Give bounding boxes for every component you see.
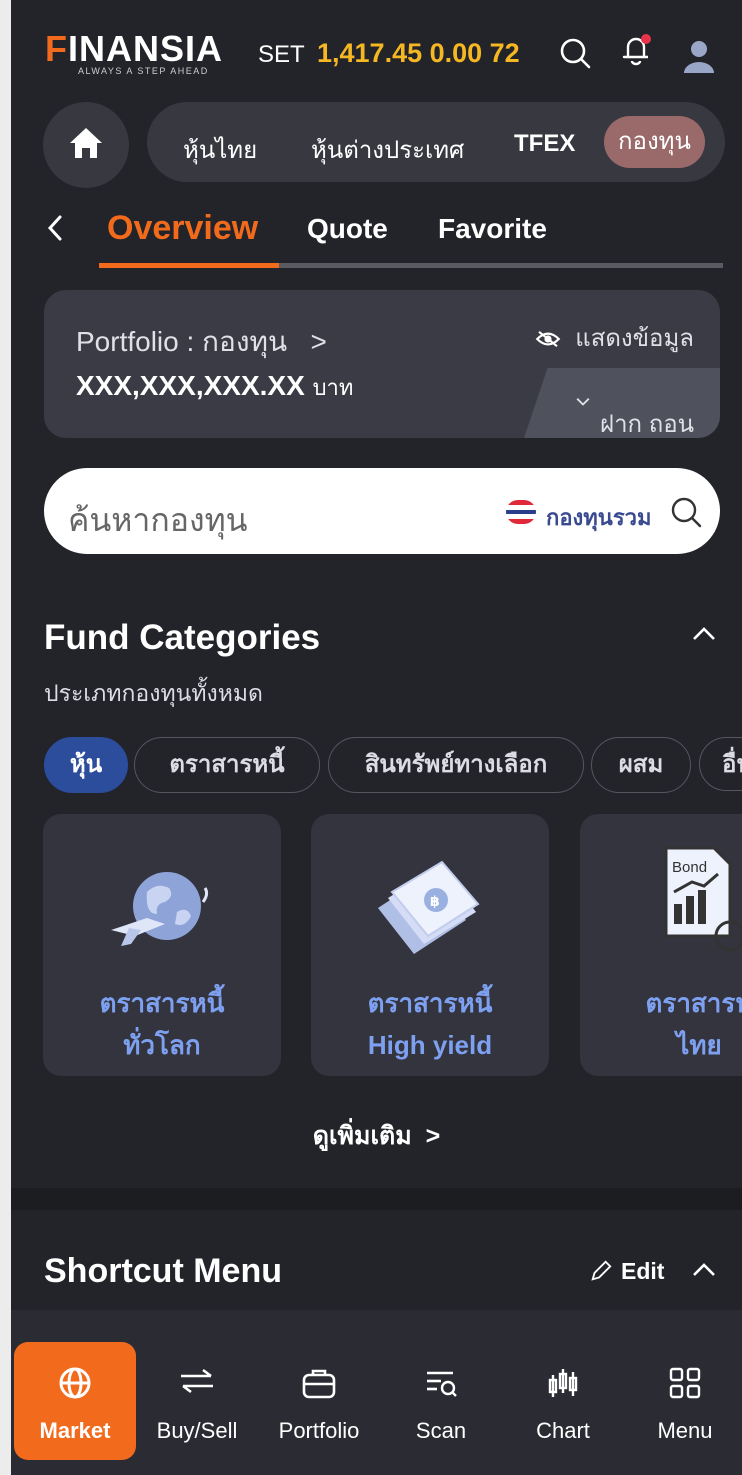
category-card-global-bonds[interactable]: ตราสารหนี้ ทั่วโลก: [43, 814, 281, 1076]
search-icon[interactable]: [559, 37, 591, 69]
nav-menu[interactable]: Menu: [624, 1342, 742, 1460]
scan-list-icon: [427, 1371, 457, 1397]
globe-icon: [111, 872, 209, 946]
see-more-label: ดูเพิ่มเติม: [312, 1122, 412, 1150]
fund-categories-title: Fund Categories: [44, 618, 321, 657]
section-divider: [11, 1188, 742, 1210]
nav-buy-sell[interactable]: Buy/Sell: [136, 1342, 258, 1460]
tab-quote[interactable]: Quote: [307, 213, 388, 245]
deposit-withdraw-label: ฝาก ถอน: [600, 411, 695, 438]
svg-text:฿: ฿: [430, 894, 440, 910]
tab-overview[interactable]: Overview: [107, 209, 258, 248]
home-icon: [70, 128, 102, 158]
portfolio-title-text: Portfolio : กองทุน: [76, 326, 288, 357]
nav-label: Chart: [536, 1418, 590, 1443]
currency-unit: บาท: [312, 375, 354, 400]
home-button[interactable]: [43, 102, 129, 188]
tab-favorite[interactable]: Favorite: [438, 213, 547, 245]
app-screen: FINANSIA ALWAYS A STEP AHEAD SET 1,417.4…: [11, 0, 742, 1475]
bottom-navigation: Market Buy/Sell Portfolio Scan Chart Men…: [11, 1310, 742, 1475]
shortcut-menu-title: Shortcut Menu: [44, 1252, 282, 1290]
nav-label: Market: [39, 1418, 111, 1443]
tab-foreign-stocks[interactable]: หุ้นต่างประเทศ: [311, 130, 464, 169]
tab-funds[interactable]: กองทุน: [604, 116, 705, 168]
market-tabs: หุ้นไทย หุ้นต่างประเทศ TFEX กองทุน: [11, 95, 742, 188]
show-data-toggle[interactable]: แสดงข้อมูล: [535, 318, 694, 357]
chip-others[interactable]: อื่น: [699, 737, 742, 791]
category-card-label: ตราสารหนี้ ทั่วโลก: [99, 988, 225, 1060]
nav-label: Scan: [415, 1418, 467, 1443]
logo-text: INANSIA: [68, 28, 224, 69]
sub-navigation: Overview Quote Favorite: [11, 205, 742, 270]
set-index-values[interactable]: 1,417.45 0.00 72: [317, 38, 520, 69]
chevron-right-icon: >: [425, 1122, 441, 1150]
grid-menu-icon: [669, 1367, 701, 1399]
fund-categories-subtitle: ประเภทกองทุนทั้งหมด: [44, 680, 263, 706]
nav-scan[interactable]: Scan: [380, 1342, 502, 1460]
notification-bell-icon[interactable]: [620, 33, 652, 67]
banknotes-icon: ฿: [378, 860, 480, 954]
logo-tagline: ALWAYS A STEP AHEAD: [78, 66, 209, 76]
user-avatar-icon[interactable]: [681, 37, 717, 75]
chip-stocks[interactable]: หุ้น: [44, 737, 128, 793]
category-card-thai-bonds[interactable]: Bond ตราสารห ไทย: [580, 814, 742, 1076]
nav-label: Buy/Sell: [156, 1418, 238, 1443]
portfolio-amount: XXX,XXX,XXX.XX: [76, 370, 305, 401]
chevron-down-icon: [576, 398, 590, 406]
set-index-label: SET: [258, 41, 305, 68]
chevron-right-icon: >: [310, 326, 327, 357]
category-card-label: ตราสารห ไทย: [645, 988, 742, 1060]
briefcase-icon: [302, 1369, 336, 1399]
globe-icon: [59, 1367, 91, 1399]
search-placeholder: ค้นหากองทุน: [68, 502, 248, 538]
swap-arrows-icon: [181, 1368, 213, 1394]
deposit-withdraw-dropdown[interactable]: ฝาก ถอน: [524, 368, 720, 438]
chip-alternative-assets[interactable]: สินทรัพย์ทางเลือก: [328, 737, 584, 793]
category-card-high-yield[interactable]: ฿ ตราสารหนี้ High yield: [311, 814, 549, 1076]
see-more-link[interactable]: ดูเพิ่มเติม >: [11, 1116, 742, 1156]
candlestick-icon: [548, 1369, 578, 1397]
fund-search-bar[interactable]: ค้นหากองทุน กองทุนรวม: [44, 468, 720, 554]
chip-bonds[interactable]: ตราสารหนี้: [134, 737, 320, 793]
search-scope[interactable]: กองทุนรวม: [546, 500, 652, 535]
nav-label: Menu: [657, 1418, 713, 1443]
back-chevron-icon[interactable]: [45, 213, 65, 243]
category-card-label: ตราสารหนี้ High yield: [367, 988, 493, 1060]
category-chips: หุ้น ตราสารหนี้ สินทรัพย์ทางเลือก ผสม อื…: [44, 735, 742, 795]
thai-flag-icon: [506, 500, 536, 524]
portfolio-card[interactable]: Portfolio : กองทุน > XXX,XXX,XXX.XX บาท …: [44, 290, 720, 438]
logo-f: F: [45, 28, 68, 69]
nav-portfolio[interactable]: Portfolio: [258, 1342, 380, 1460]
pencil-icon: [591, 1260, 612, 1281]
tab-tfex[interactable]: TFEX: [514, 130, 575, 158]
search-icon[interactable]: [670, 496, 702, 528]
chevron-up-icon[interactable]: [691, 1260, 717, 1278]
eye-hidden-icon: [535, 330, 561, 348]
bond-badge-text: Bond: [672, 859, 707, 876]
top-bar: FINANSIA ALWAYS A STEP AHEAD SET 1,417.4…: [11, 0, 742, 80]
tab-underline-active: [99, 263, 279, 268]
nav-chart[interactable]: Chart: [502, 1342, 624, 1460]
chevron-up-icon[interactable]: [691, 624, 717, 642]
portfolio-value: XXX,XXX,XXX.XX บาท: [76, 370, 353, 405]
finansia-logo[interactable]: FINANSIA: [45, 28, 223, 70]
nav-label: Portfolio: [278, 1418, 360, 1443]
nav-market[interactable]: Market: [14, 1342, 136, 1460]
show-data-label: แสดงข้อมูล: [575, 325, 694, 352]
tab-thai-stocks[interactable]: หุ้นไทย: [183, 130, 257, 169]
chip-mixed[interactable]: ผสม: [591, 737, 691, 793]
market-tab-bar: หุ้นไทย หุ้นต่างประเทศ TFEX กองทุน: [147, 102, 725, 182]
edit-shortcuts-button[interactable]: Edit: [589, 1258, 664, 1285]
portfolio-title[interactable]: Portfolio : กองทุน >: [76, 320, 327, 364]
bond-document-icon: Bond: [664, 846, 742, 952]
edit-label: Edit: [621, 1258, 665, 1284]
